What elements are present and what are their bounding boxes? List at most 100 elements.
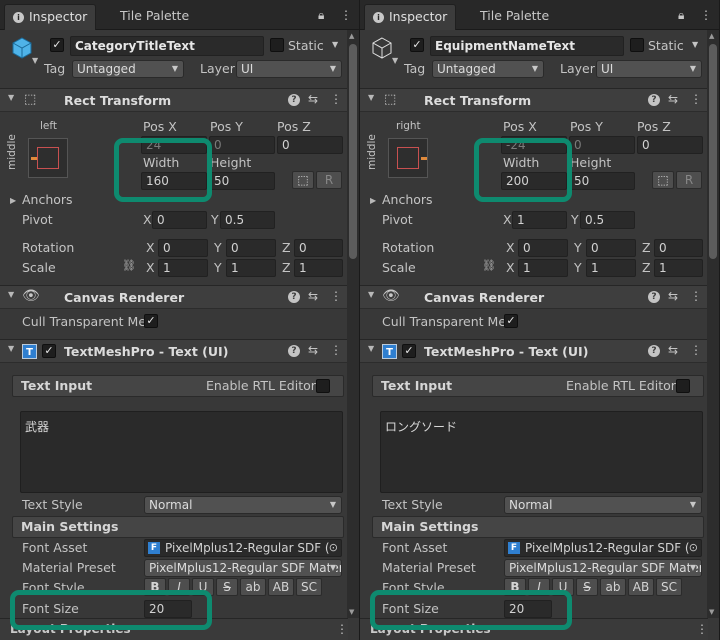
fold-icon[interactable]: ▼ (368, 93, 374, 102)
preset-icon[interactable]: ⇆ (308, 289, 318, 303)
context-menu-icon[interactable]: ⋮ (696, 622, 708, 636)
pivot-x-field[interactable]: 1 (512, 211, 567, 229)
font-style-button-ab[interactable]: AB (628, 578, 654, 596)
anchors-label[interactable]: Anchors (382, 192, 433, 207)
lock-icon[interactable]: 🔒︎ (318, 8, 324, 23)
tab-tile-palette[interactable]: Tile Palette (112, 4, 197, 30)
object-picker-icon[interactable]: ⊙ (328, 540, 338, 556)
text-style-dropdown[interactable]: Normal ▼ (504, 496, 702, 514)
height-field[interactable]: 50 (209, 172, 275, 190)
anchors-fold-icon[interactable]: ▶ (370, 196, 376, 205)
tag-dropdown[interactable]: Untagged ▼ (72, 60, 184, 78)
context-menu-icon[interactable]: ⋮ (330, 92, 342, 106)
font-style-button-sc[interactable]: SC (296, 578, 322, 596)
cull-transparent-checkbox[interactable]: ✓ (504, 314, 518, 328)
posz-field[interactable]: 0 (277, 136, 343, 154)
rot-y-field[interactable]: 0 (226, 239, 276, 257)
material-preset-dropdown[interactable]: PixelMplus12-Regular SDF Materia ▼ (144, 559, 342, 577)
material-preset-dropdown[interactable]: PixelMplus12-Regular SDF Materia ▼ (504, 559, 702, 577)
more-icon[interactable]: ⋮ (340, 8, 352, 22)
raw-edit-button[interactable]: R (676, 171, 702, 189)
preset-icon[interactable]: ⇆ (668, 289, 678, 303)
font-style-button-ab[interactable]: ab (240, 578, 266, 596)
context-menu-icon[interactable]: ⋮ (690, 289, 702, 303)
fold-icon[interactable]: ▼ (368, 290, 374, 299)
preset-icon[interactable]: ⇆ (668, 343, 678, 357)
constrain-proportions-icon[interactable]: ⛓︎ (482, 259, 496, 272)
object-name-field[interactable]: EquipmentNameText (430, 36, 624, 56)
rot-z-field[interactable]: 0 (294, 239, 343, 257)
fold-icon[interactable]: ▼ (368, 344, 374, 353)
scale-z-field[interactable]: 1 (294, 259, 343, 277)
static-dropdown-icon[interactable]: ▼ (692, 40, 698, 49)
context-menu-icon[interactable]: ⋮ (690, 92, 702, 106)
font-style-button-sc[interactable]: SC (656, 578, 682, 596)
pivot-y-field[interactable]: 0.5 (220, 211, 275, 229)
context-menu-icon[interactable]: ⋮ (330, 343, 342, 357)
static-checkbox[interactable] (630, 38, 644, 52)
rect-transform-header[interactable]: ▼ ⬚ Rect Transform ? ⇆ ⋮ (0, 88, 348, 112)
tab-inspector[interactable]: i Inspector (364, 4, 457, 30)
font-asset-field[interactable]: F PixelMplus12-Regular SDF (T ⊙ (504, 539, 702, 557)
layer-dropdown[interactable]: UI ▼ (236, 60, 342, 78)
help-icon[interactable]: ? (648, 291, 660, 303)
preset-icon[interactable]: ⇆ (308, 343, 318, 357)
textmeshpro-header[interactable]: ▼ T ✓ TextMeshPro - Text (UI) ? ⇆ ⋮ (360, 339, 708, 363)
rot-y-field[interactable]: 0 (586, 239, 636, 257)
canvas-renderer-header[interactable]: ▼ 👁︎ Canvas Renderer ? ⇆ ⋮ (360, 285, 708, 309)
help-icon[interactable]: ? (288, 345, 300, 357)
text-input-area[interactable]: 武器 (20, 411, 343, 493)
fold-icon[interactable]: ▼ (8, 93, 14, 102)
blueprint-mode-icon[interactable]: ⬚ (292, 171, 314, 189)
tag-dropdown[interactable]: Untagged ▼ (432, 60, 544, 78)
rot-z-field[interactable]: 0 (654, 239, 703, 257)
textmeshpro-enabled-checkbox[interactable]: ✓ (42, 344, 56, 358)
inspector-scrollbar[interactable]: ▲ ▼ (347, 30, 359, 618)
scroll-up-icon[interactable]: ▲ (709, 32, 714, 40)
context-menu-icon[interactable]: ⋮ (336, 622, 348, 636)
scroll-up-icon[interactable]: ▲ (349, 32, 354, 40)
static-dropdown-icon[interactable]: ▼ (332, 40, 338, 49)
preset-icon[interactable]: ⇆ (308, 92, 318, 106)
fold-icon[interactable]: ▼ (8, 290, 14, 299)
textmeshpro-enabled-checkbox[interactable]: ✓ (402, 344, 416, 358)
context-menu-icon[interactable]: ⋮ (330, 289, 342, 303)
scroll-down-icon[interactable]: ▼ (709, 608, 714, 616)
anchors-fold-icon[interactable]: ▶ (10, 196, 16, 205)
text-input-area[interactable]: ロングソード (380, 411, 703, 493)
scale-y-field[interactable]: 1 (586, 259, 636, 277)
posz-field[interactable]: 0 (637, 136, 703, 154)
help-icon[interactable]: ? (648, 345, 660, 357)
rot-x-field[interactable]: 0 (518, 239, 568, 257)
icon-dropdown-icon[interactable]: ▼ (392, 56, 398, 65)
scale-y-field[interactable]: 1 (226, 259, 276, 277)
font-style-button-ab[interactable]: AB (268, 578, 294, 596)
preset-icon[interactable]: ⇆ (668, 92, 678, 106)
canvas-renderer-header[interactable]: ▼ 👁︎ Canvas Renderer ? ⇆ ⋮ (0, 285, 348, 309)
textmeshpro-header[interactable]: ▼ T ✓ TextMeshPro - Text (UI) ? ⇆ ⋮ (0, 339, 348, 363)
help-icon[interactable]: ? (288, 291, 300, 303)
help-icon[interactable]: ? (288, 94, 300, 106)
fold-icon[interactable]: ▼ (8, 344, 14, 353)
anchors-label[interactable]: Anchors (22, 192, 73, 207)
scale-x-field[interactable]: 1 (518, 259, 568, 277)
lock-icon[interactable]: 🔒︎ (678, 8, 684, 23)
tab-inspector[interactable]: i Inspector (4, 4, 97, 30)
pivot-y-field[interactable]: 0.5 (580, 211, 635, 229)
pivot-x-field[interactable]: 0 (152, 211, 207, 229)
tab-tile-palette[interactable]: Tile Palette (472, 4, 557, 30)
blueprint-mode-icon[interactable]: ⬚ (652, 171, 674, 189)
active-checkbox[interactable]: ✓ (50, 38, 64, 52)
scrollbar-thumb[interactable] (709, 44, 717, 259)
static-checkbox[interactable] (270, 38, 284, 52)
icon-dropdown-icon[interactable]: ▼ (32, 56, 38, 65)
more-icon[interactable]: ⋮ (700, 8, 712, 22)
context-menu-icon[interactable]: ⋮ (690, 343, 702, 357)
object-picker-icon[interactable]: ⊙ (688, 540, 698, 556)
rot-x-field[interactable]: 0 (158, 239, 208, 257)
height-field[interactable]: 50 (569, 172, 635, 190)
rtl-editor-checkbox[interactable] (316, 379, 330, 393)
active-checkbox[interactable]: ✓ (410, 38, 424, 52)
anchor-presets-button[interactable] (28, 138, 68, 178)
scale-z-field[interactable]: 1 (654, 259, 703, 277)
